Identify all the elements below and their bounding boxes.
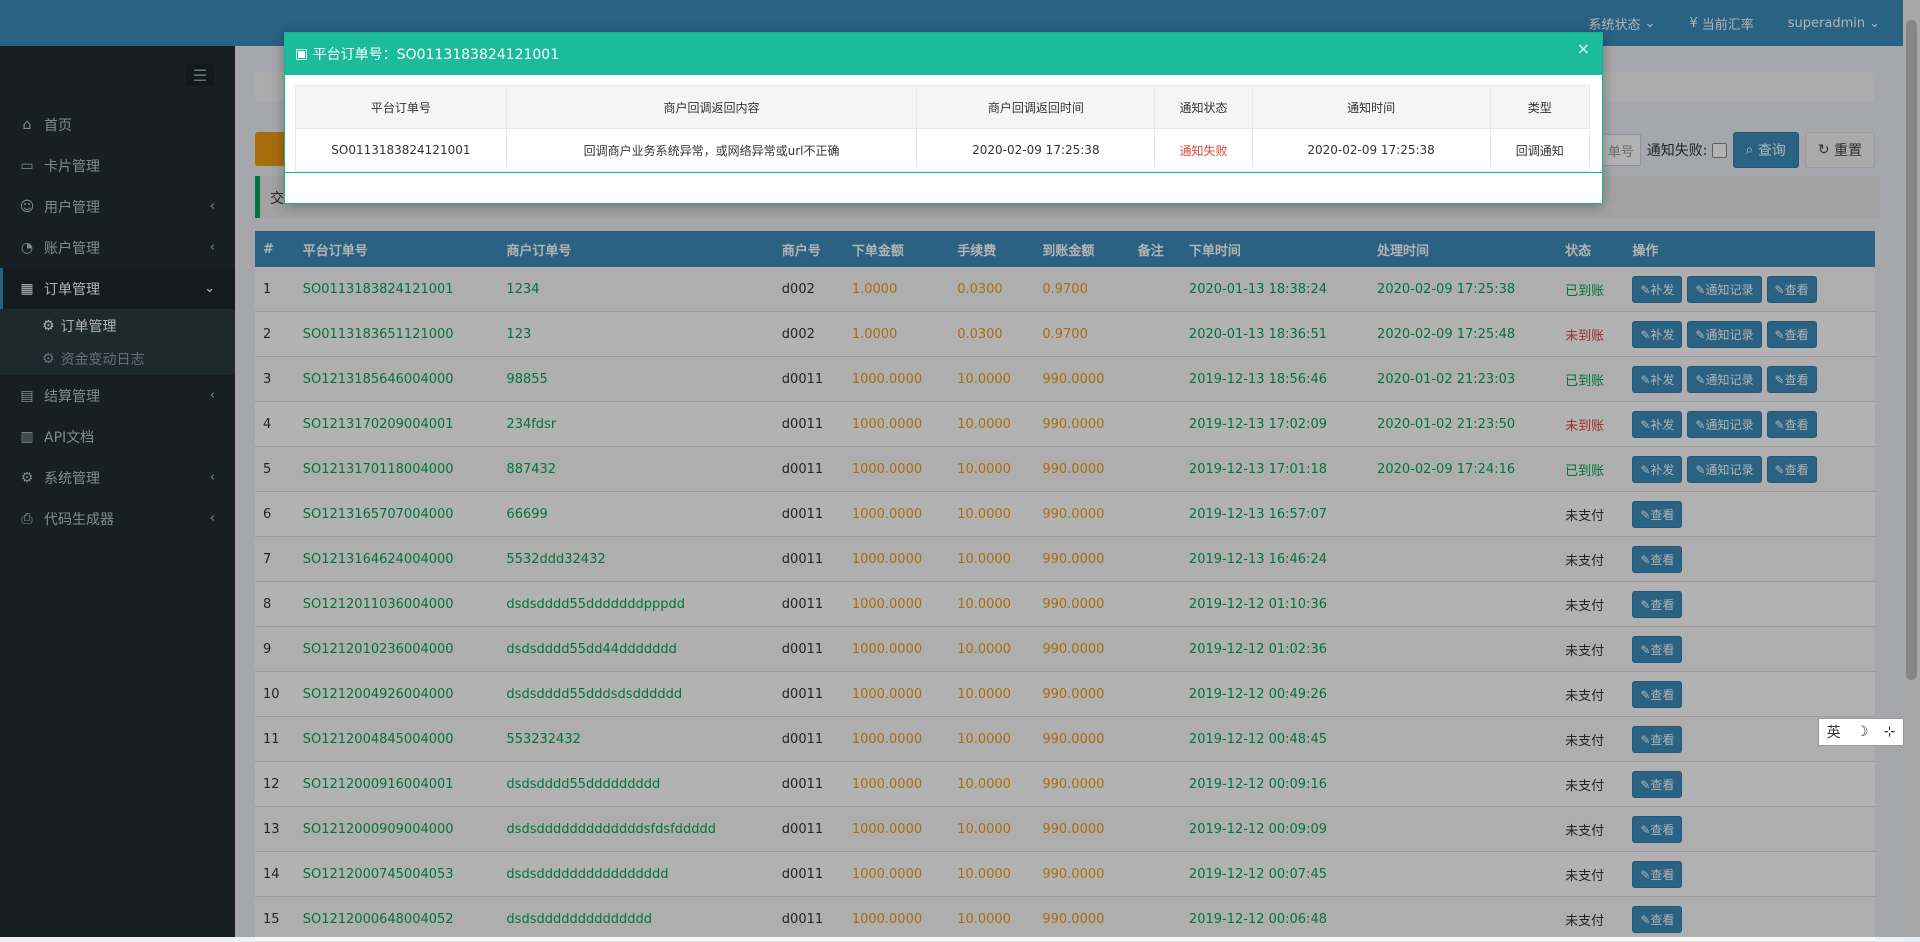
column-header: 商户回调返回内容 xyxy=(505,85,918,129)
order-no-cell: SO0113183824121001 xyxy=(295,128,507,172)
notify-status-cell: 通知失败 xyxy=(1154,128,1253,172)
close-icon[interactable]: × xyxy=(1577,39,1590,58)
gift-icon: ▣ xyxy=(295,46,313,62)
table-header-row: 平台订单号 商户回调返回内容 商户回调返回时间 通知状态 通知时间 类型 xyxy=(295,85,1591,129)
notify-record-table: 平台订单号 商户回调返回内容 商户回调返回时间 通知状态 通知时间 类型 SO0… xyxy=(295,85,1591,172)
notify-time-cell: 2020-02-09 17:25:38 xyxy=(1251,128,1491,172)
notify-record-modal: ▣ 平台订单号：SO0113183824121001 × 平台订单号 商户回调返… xyxy=(284,32,1603,204)
table-row: SO0113183824121001 回调商户业务系统异常，或网络异常或url不… xyxy=(295,128,1591,172)
type-cell: 回调通知 xyxy=(1489,128,1591,172)
modal-title: 平台订单号：SO0113183824121001 xyxy=(312,47,560,63)
modal-body: 平台订单号 商户回调返回内容 商户回调返回时间 通知状态 通知时间 类型 SO0… xyxy=(285,75,1602,173)
callback-content-cell: 回调商户业务系统异常，或网络异常或url不正确 xyxy=(505,128,918,172)
modal-header: ▣ 平台订单号：SO0113183824121001 × xyxy=(285,33,1602,75)
column-header: 平台订单号 xyxy=(295,85,507,129)
moon-icon[interactable]: ☽ xyxy=(1856,724,1869,740)
settings-icon[interactable]: ⊹ xyxy=(1884,724,1896,740)
callback-time-cell: 2020-02-09 17:25:38 xyxy=(916,128,1156,172)
column-header: 通知时间 xyxy=(1251,85,1491,129)
column-header: 类型 xyxy=(1489,85,1591,129)
column-header: 通知状态 xyxy=(1154,85,1253,129)
ime-toolbar[interactable]: 英 ☽ ⊹ xyxy=(1818,718,1904,746)
ime-lang-toggle[interactable]: 英 xyxy=(1827,722,1841,742)
column-header: 商户回调返回时间 xyxy=(916,85,1156,129)
